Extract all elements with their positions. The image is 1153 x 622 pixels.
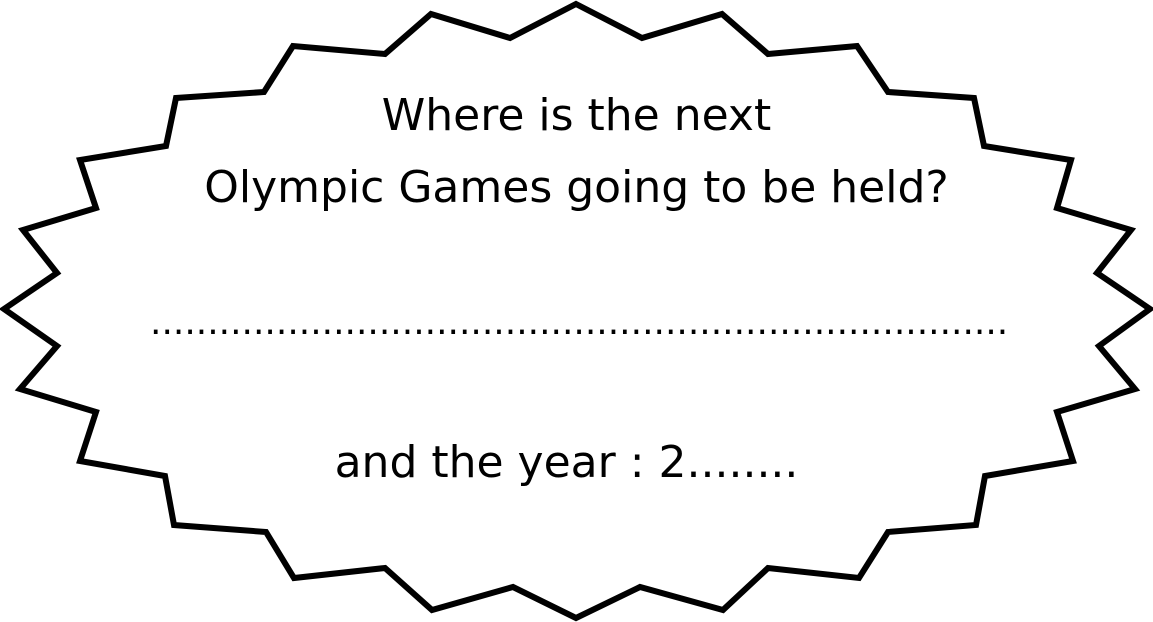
question-line-1: Where is the next	[381, 90, 772, 141]
year-prompt[interactable]: and the year : 2........	[335, 441, 799, 485]
year-prompt-row: and the year : 2........	[0, 441, 1153, 485]
answer-blank-line[interactable]: ........................................…	[150, 302, 1010, 343]
question-line-2: Olympic Games going to be held?	[204, 162, 949, 213]
